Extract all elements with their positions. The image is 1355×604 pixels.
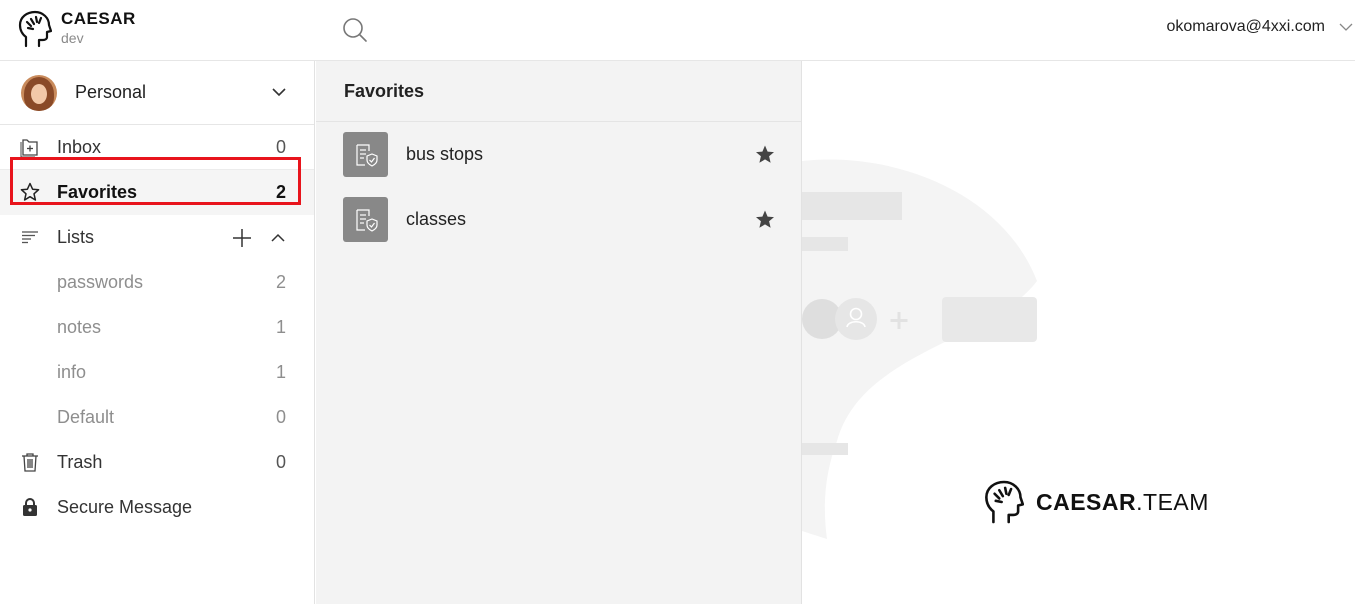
panel-title: Favorites	[316, 61, 801, 122]
credential-icon	[343, 197, 388, 242]
credential-icon	[343, 132, 388, 177]
lists-icon	[22, 231, 38, 244]
star-filled-icon[interactable]	[755, 210, 775, 229]
chevron-down-icon	[1339, 23, 1353, 31]
sidebar-item-label: Trash	[57, 452, 103, 472]
brand-suffix: .TEAM	[1136, 488, 1209, 515]
sidebar-item-count: 0	[275, 136, 286, 157]
brand-logo: CAESAR.TEAM	[984, 479, 1209, 525]
sidebar-item-lists[interactable]: Lists	[0, 215, 314, 260]
app-name: CAESAR	[61, 9, 136, 28]
sidebar-item-count: 2	[275, 272, 286, 292]
star-outline-icon	[20, 182, 40, 201]
item-label: classes	[406, 209, 467, 229]
list-item[interactable]: classes	[316, 187, 801, 252]
sidebar-item-secure-message[interactable]: Secure Message	[0, 485, 314, 530]
lock-icon	[23, 498, 37, 516]
star-filled-icon[interactable]	[755, 145, 775, 164]
avatar	[21, 74, 57, 111]
sidebar-item-label: info	[57, 362, 87, 382]
add-list-icon[interactable]	[232, 228, 252, 248]
sidebar-item-list-default[interactable]: Default 0	[0, 395, 314, 440]
sidebar-item-count: 0	[275, 452, 286, 472]
sidebar: Personal Inbox 0 Favorites 2 Lists passw…	[0, 61, 315, 604]
sidebar-item-label: Lists	[57, 227, 95, 247]
sidebar-item-favorites[interactable]: Favorites 2	[0, 170, 314, 215]
sidebar-item-inbox[interactable]: Inbox 0	[0, 125, 314, 170]
sidebar-item-list-info[interactable]: info 1	[0, 350, 314, 395]
sidebar-item-label: Default	[57, 407, 115, 427]
caesar-head-icon	[985, 480, 1024, 524]
workspace-switcher[interactable]: Personal	[0, 61, 314, 125]
chevron-up-icon[interactable]	[271, 233, 285, 242]
sidebar-item-trash[interactable]: Trash 0	[0, 440, 314, 485]
chevron-down-icon	[272, 88, 286, 97]
sidebar-item-count: 1	[275, 362, 286, 382]
item-label: bus stops	[406, 144, 484, 164]
sidebar-item-count: 2	[275, 182, 286, 202]
trash-icon	[22, 453, 38, 472]
sidebar-item-list-notes[interactable]: notes 1	[0, 305, 314, 350]
user-email: okomarova@4xxi.com	[1166, 18, 1325, 35]
search-icon[interactable]	[342, 17, 368, 43]
inbox-icon	[20, 139, 38, 157]
workspace-name: Personal	[75, 82, 147, 102]
favorites-panel: Favorites bus stops classes	[316, 61, 802, 604]
sidebar-item-list-passwords[interactable]: passwords 2	[0, 260, 314, 305]
sidebar-item-label: Favorites	[57, 182, 138, 202]
sidebar-item-count: 1	[275, 317, 286, 337]
sidebar-item-count: 0	[275, 407, 286, 427]
app-logo[interactable]: CAESAR dev	[18, 10, 136, 48]
sidebar-item-label: passwords	[57, 272, 144, 292]
list-item[interactable]: bus stops	[316, 122, 801, 187]
sidebar-item-label: Inbox	[57, 136, 102, 157]
caesar-head-icon	[18, 10, 52, 48]
app-environment: dev	[61, 30, 84, 46]
sidebar-item-label: notes	[57, 317, 102, 337]
sidebar-item-label: Secure Message	[57, 497, 193, 517]
top-header: CAESAR dev okomarova@4xxi.com	[0, 0, 1355, 61]
user-menu[interactable]: okomarova@4xxi.com	[1166, 18, 1355, 36]
detail-panel: CAESAR.TEAM	[802, 61, 1355, 604]
brand-name: CAESAR	[1036, 488, 1137, 515]
